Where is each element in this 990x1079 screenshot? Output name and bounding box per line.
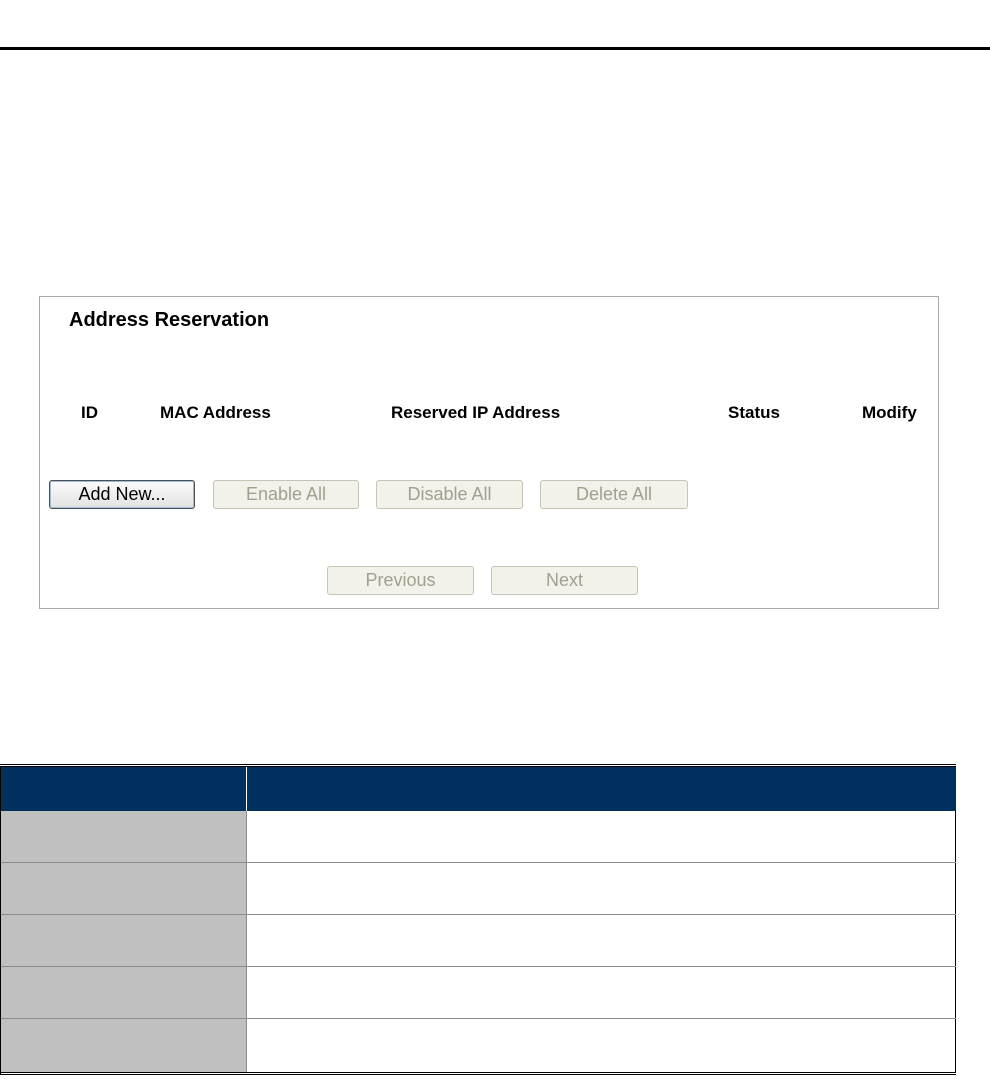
table-row — [0, 863, 956, 915]
table-row-description-cell — [247, 863, 956, 914]
disable-all-button[interactable]: Disable All — [376, 480, 523, 509]
table-row-description-cell — [247, 967, 956, 1018]
table-row-label-cell — [0, 1019, 247, 1072]
previous-button[interactable]: Previous — [327, 566, 474, 595]
table-row — [0, 915, 956, 967]
page-header-rule — [0, 47, 990, 50]
description-table — [0, 764, 956, 1075]
table-row — [0, 967, 956, 1019]
table-row-description-cell — [247, 811, 956, 862]
next-button[interactable]: Next — [491, 566, 638, 595]
table-row-label-cell — [0, 811, 247, 862]
table-left-border — [0, 767, 1, 1075]
add-new-button[interactable]: Add New... — [49, 480, 195, 509]
delete-all-button[interactable]: Delete All — [540, 480, 688, 509]
panel-title: Address Reservation — [69, 309, 270, 331]
table-header-object-cell — [0, 767, 247, 811]
table-row-label-cell — [0, 967, 247, 1018]
address-reservation-panel: Address Reservation ID MAC Address Reser… — [39, 296, 939, 609]
table-row — [0, 1019, 956, 1075]
table-row-description-cell — [247, 1019, 956, 1072]
column-header-id: ID — [81, 403, 98, 422]
enable-all-button[interactable]: Enable All — [213, 480, 359, 509]
table-header-description-cell — [247, 767, 956, 811]
column-header-modify: Modify — [862, 403, 917, 422]
table-row — [0, 811, 956, 863]
table-row-label-cell — [0, 915, 247, 966]
table-row-label-cell — [0, 863, 247, 914]
table-row-description-cell — [247, 915, 956, 966]
column-header-status: Status — [728, 403, 780, 422]
table-header-row — [0, 767, 956, 811]
column-header-reserved-ip: Reserved IP Address — [391, 403, 561, 422]
column-header-mac-address: MAC Address — [160, 403, 271, 422]
